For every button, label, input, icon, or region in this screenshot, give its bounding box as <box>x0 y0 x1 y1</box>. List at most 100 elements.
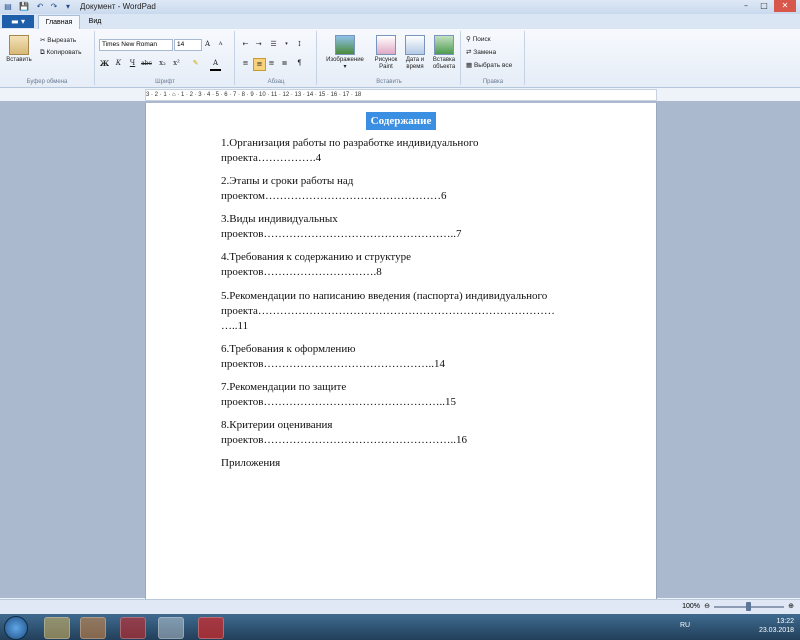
object-label-line2: объекта <box>432 64 456 70</box>
media-player-icon[interactable] <box>80 617 106 639</box>
editing-group: ⚲ Поиск ⇄ Замена ▦ Выбрать все Правка <box>462 31 525 85</box>
toc-item: 8.Критерии оценивания проектов…………………………… <box>221 418 591 448</box>
insert-image-button[interactable]: Изображение ▾ <box>320 35 370 71</box>
document-page[interactable]: Содержание 1.Организация работы по разра… <box>145 103 657 600</box>
toc-item: 1.Организация работы по разработке индив… <box>221 136 591 166</box>
browser-icon[interactable] <box>120 617 146 639</box>
line-spacing-icon[interactable]: ↕ <box>294 39 305 50</box>
binoculars-icon: ⚲ <box>466 36 473 43</box>
file-explorer-icon[interactable] <box>44 617 70 639</box>
maximize-button[interactable]: □ <box>756 0 772 12</box>
bullet-list-dropdown-icon[interactable]: ▾ <box>281 39 292 50</box>
paragraph-settings-icon[interactable]: ¶ <box>294 58 305 69</box>
zoom-in-icon[interactable]: ⊕ <box>788 602 794 610</box>
toc-item-line: 1.Организация работы по разработке индив… <box>221 137 479 149</box>
align-center-icon[interactable]: ≡ <box>253 58 266 71</box>
toc-item-line: проекта……………………………………………………………………… <box>221 305 555 317</box>
toc-item-line: 7.Рекомендации по защите <box>221 381 347 393</box>
paste-label: Вставить <box>6 57 32 63</box>
paragraph-group-label: Абзац <box>267 79 285 85</box>
quick-access-dropdown-icon[interactable]: ▾ <box>62 1 74 12</box>
find-label: Поиск <box>472 36 491 43</box>
tab-view[interactable]: Вид <box>82 15 108 28</box>
increase-indent-icon[interactable]: ⇥ <box>253 39 264 50</box>
save-icon[interactable]: 💾 <box>18 1 30 12</box>
align-left-icon[interactable]: ≡ <box>240 58 251 69</box>
clock-time: 13:22 <box>776 618 794 625</box>
paint-brush-icon <box>376 35 396 55</box>
text-color-button[interactable]: A <box>210 58 221 71</box>
toc-item-line: 6.Требования к оформлению <box>221 343 356 355</box>
clock-date: 23.03.2018 <box>758 627 794 634</box>
underline-button[interactable]: Ч <box>127 58 138 69</box>
align-right-icon[interactable]: ≡ <box>266 58 277 69</box>
document-heading: Содержание <box>366 112 436 130</box>
highlight-color-button[interactable]: ✎ <box>190 58 201 69</box>
paint-label-line1: Рисунок <box>374 57 398 63</box>
paint-drawing-button[interactable]: Рисунок Paint <box>372 35 400 71</box>
system-clock[interactable]: 13:22 23.03.2018 <box>759 617 794 635</box>
decrease-indent-icon[interactable]: ⇤ <box>240 39 251 50</box>
clipboard-group: Вставить ✂ Вырезать ⧉ Копировать Буфер о… <box>0 31 95 85</box>
date-time-button[interactable]: Дата и время <box>402 35 428 71</box>
toc-item-line: проектов……………………………………………..7 <box>221 228 462 240</box>
yandex-browser-icon[interactable] <box>198 617 224 639</box>
font-size-select[interactable]: 14 <box>174 39 202 51</box>
file-menu-button[interactable]: ▬ ▾ <box>2 15 34 28</box>
bullet-list-icon[interactable]: ☰ <box>268 39 279 50</box>
wordpad-app-icon[interactable]: ▤ <box>2 1 14 12</box>
ruler[interactable]: 3 · 2 · 1 · ⌂ · 1 · 2 · 3 · 4 · 5 · 6 · … <box>145 89 657 101</box>
toc-item: 6.Требования к оформлению проектов………………… <box>221 342 591 372</box>
grow-font-icon[interactable]: A <box>202 39 213 50</box>
tab-home[interactable]: Главная <box>38 15 80 29</box>
select-all-button[interactable]: ▦ Выбрать все <box>466 61 512 69</box>
shrink-font-icon[interactable]: A <box>215 39 226 50</box>
insert-group: Изображение ▾ Рисунок Paint Дата и время Вс… <box>318 31 461 85</box>
toc-item: 3.Виды индивидуальных проектов…………………………… <box>221 212 591 242</box>
cut-label: Вырезать <box>47 37 77 44</box>
justify-icon[interactable]: ≣ <box>279 58 290 69</box>
copy-label: Копировать <box>46 49 82 56</box>
ribbon-tab-bar: ▬ ▾ Главная Вид <box>0 14 800 29</box>
font-group-label: Шрифт <box>155 79 175 85</box>
zoom-out-icon[interactable]: ⊖ <box>704 602 710 610</box>
toc-item: 5.Рекомендации по написанию введения (па… <box>221 289 601 334</box>
copy-button[interactable]: ⧉ Копировать <box>40 49 81 57</box>
select-all-icon: ▦ <box>466 62 474 69</box>
appendix-line: Приложения <box>221 457 281 469</box>
toc-item-line: 5.Рекомендации по написанию введения (па… <box>221 290 548 302</box>
toc-item-line: проектов…………………………………………..15 <box>221 396 456 408</box>
toc-item-line: проектом…………………………………………6 <box>221 190 447 202</box>
zoom-slider-thumb[interactable] <box>746 602 752 611</box>
clipboard-icon <box>9 35 29 55</box>
subscript-button[interactable]: x₂ <box>157 58 168 69</box>
undo-icon[interactable]: ↶ <box>34 1 46 12</box>
window-title: Документ - WordPad <box>80 2 156 11</box>
zoom-level: 100% <box>682 603 700 610</box>
find-button[interactable]: ⚲ Поиск <box>466 35 491 43</box>
insert-object-button[interactable]: Вставка объекта <box>429 35 459 71</box>
font-family-select[interactable]: Times New Roman <box>99 39 173 51</box>
date-label-line1: Дата и <box>405 57 425 63</box>
paste-button[interactable]: Вставить <box>4 35 34 64</box>
toc-item: 2.Этапы и сроки работы над проектом……………… <box>221 174 591 204</box>
wordpad-taskbar-icon[interactable] <box>158 617 184 639</box>
italic-button[interactable]: К <box>113 58 124 69</box>
zoom-slider[interactable] <box>714 602 784 611</box>
editing-group-label: Правка <box>482 79 504 85</box>
start-button[interactable] <box>4 616 28 640</box>
toc-item-line: 8.Критерии оценивания <box>221 419 333 431</box>
minimize-button[interactable]: – <box>738 0 754 12</box>
strikethrough-button[interactable]: abc <box>141 58 152 69</box>
replace-button[interactable]: ⇄ Замена <box>466 48 496 56</box>
language-indicator[interactable]: RU <box>680 622 690 629</box>
redo-icon[interactable]: ↷ <box>48 1 60 12</box>
superscript-button[interactable]: x² <box>171 58 182 69</box>
replace-label: Замена <box>473 49 497 56</box>
bold-button[interactable]: Ж <box>99 58 110 69</box>
insert-image-label: Изображение <box>326 57 364 63</box>
toc-item-line: проектов……………………………………………..16 <box>221 434 467 446</box>
toc-item-line: проектов………………………….8 <box>221 266 382 278</box>
cut-button[interactable]: ✂ Вырезать <box>40 36 76 44</box>
close-button[interactable]: ✕ <box>774 0 796 12</box>
